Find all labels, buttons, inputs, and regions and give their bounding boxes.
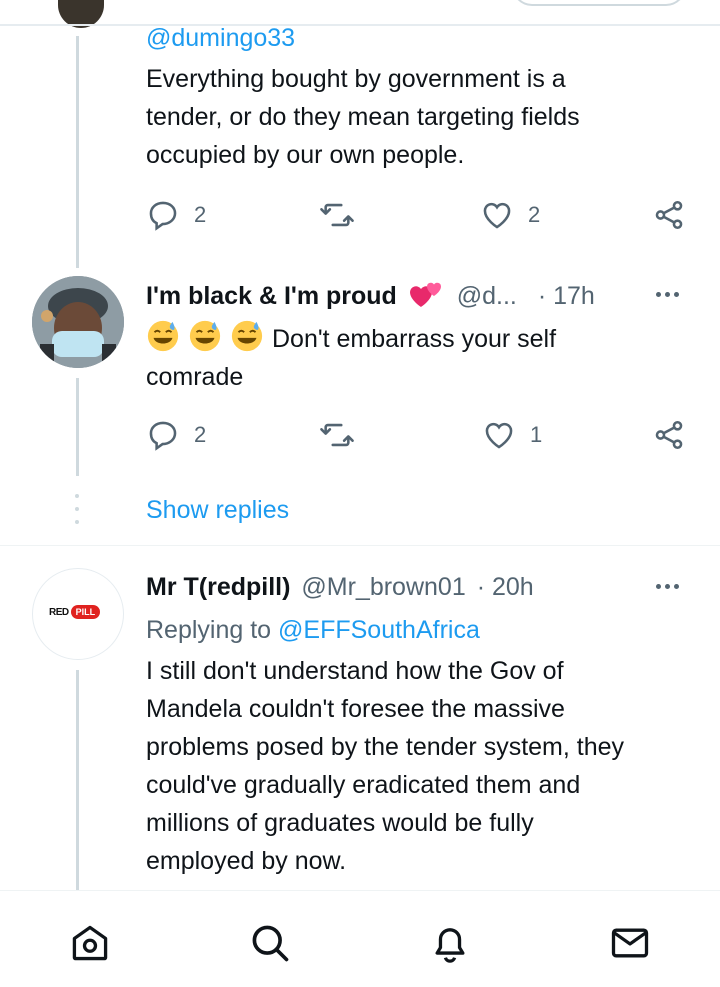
- tweet-text: Don't embarrass your self comrade: [146, 319, 706, 396]
- pill-logo-icon: PILL: [70, 605, 101, 619]
- retweet-action[interactable]: [318, 418, 356, 452]
- retweet-icon: [320, 203, 354, 227]
- notifications-icon[interactable]: [428, 921, 472, 965]
- sweat-smile-emoji-icon: [189, 320, 221, 352]
- top-pill-button-fragment[interactable]: [512, 0, 686, 6]
- reply-action[interactable]: 2: [146, 418, 206, 452]
- replying-to-label: Replying to: [146, 616, 272, 644]
- retweet-icon: [320, 423, 354, 447]
- tweet-text-line: millions of graduates would be fully: [146, 809, 534, 837]
- hearts-emoji-icon: [409, 282, 441, 307]
- like-action[interactable]: 2: [480, 198, 540, 232]
- show-replies-link[interactable]: Show replies: [146, 492, 289, 528]
- sweat-smile-emoji-icon: [147, 320, 179, 352]
- like-count: 1: [530, 422, 543, 447]
- reply-count: 2: [194, 422, 207, 447]
- tweet-header: Mr T(redpill) @Mr_brown01 · 20h: [146, 570, 534, 604]
- like-count: 2: [528, 202, 541, 227]
- reply-action[interactable]: 2: [146, 198, 206, 232]
- share-icon: [655, 200, 683, 230]
- user-handle[interactable]: @d...: [457, 282, 517, 310]
- replying-to-handle[interactable]: @EFFSouthAfrica: [278, 616, 480, 644]
- header-divider: [0, 24, 720, 26]
- share-action[interactable]: [652, 198, 686, 232]
- search-icon[interactable]: [248, 921, 292, 965]
- replying-to: Replying to @EFFSouthAfrica: [146, 612, 480, 648]
- tweet-divider: [0, 545, 720, 546]
- tweet-text: Everything bought by government is a ten…: [146, 60, 706, 174]
- tweet-time[interactable]: · 17h: [538, 282, 595, 310]
- tweet-header: I'm black & I'm proud @d... · 17h: [146, 279, 595, 313]
- heart-icon: [483, 202, 511, 229]
- messages-icon[interactable]: [608, 921, 652, 965]
- heart-icon: [485, 422, 513, 449]
- thread-line: [76, 36, 79, 268]
- retweet-action[interactable]: [318, 198, 356, 232]
- thread-gap-dots: [75, 494, 79, 526]
- tweet-text-line: occupied by our own people.: [146, 141, 465, 169]
- sweat-smile-emoji-icon: [231, 320, 263, 352]
- thread-line: [76, 378, 79, 476]
- avatar[interactable]: [32, 276, 124, 368]
- reply-handle[interactable]: @dumingo33: [146, 20, 295, 56]
- tweet-text-line1: Don't embarrass your self: [272, 325, 557, 353]
- display-name[interactable]: Mr T(redpill): [146, 573, 290, 601]
- logo-text-red: RED: [49, 606, 69, 618]
- avatar[interactable]: RED PILL: [32, 568, 124, 660]
- tweet-text-line: problems posed by the tender system, the…: [146, 733, 625, 761]
- tweet-text-line: Don't embarrass your self: [146, 319, 706, 358]
- home-icon[interactable]: [68, 921, 112, 965]
- tweet-text-line2: comrade: [146, 363, 244, 391]
- tweet-text-line: could've gradually eradicated them and: [146, 771, 581, 799]
- thread-line: [76, 670, 79, 892]
- tweet-text-line: tender, or do they mean targeting fields: [146, 103, 580, 131]
- redpill-logo: RED PILL: [49, 601, 107, 623]
- user-handle[interactable]: @Mr_brown01: [301, 573, 465, 601]
- more-options-icon[interactable]: [656, 292, 679, 297]
- tweet-text-line: I still don't understand how the Gov of: [146, 657, 564, 685]
- tweet-text-line: Everything bought by government is a: [146, 65, 566, 93]
- reply-icon: [149, 421, 177, 451]
- tweet-text-line: employed by now.: [146, 847, 347, 875]
- bottom-nav: [0, 890, 720, 987]
- share-icon: [655, 420, 683, 450]
- more-options-icon[interactable]: [656, 584, 679, 589]
- tweet-text: I still don't understand how the Gov of …: [146, 652, 706, 880]
- reply-icon: [149, 201, 177, 231]
- like-action[interactable]: 1: [482, 418, 542, 452]
- display-name[interactable]: I'm black & I'm proud: [146, 282, 397, 310]
- tweet-time[interactable]: · 20h: [477, 573, 534, 601]
- share-action[interactable]: [652, 418, 686, 452]
- reply-count: 2: [194, 202, 207, 227]
- tweet-text-line: Mandela couldn't foresee the massive: [146, 695, 565, 723]
